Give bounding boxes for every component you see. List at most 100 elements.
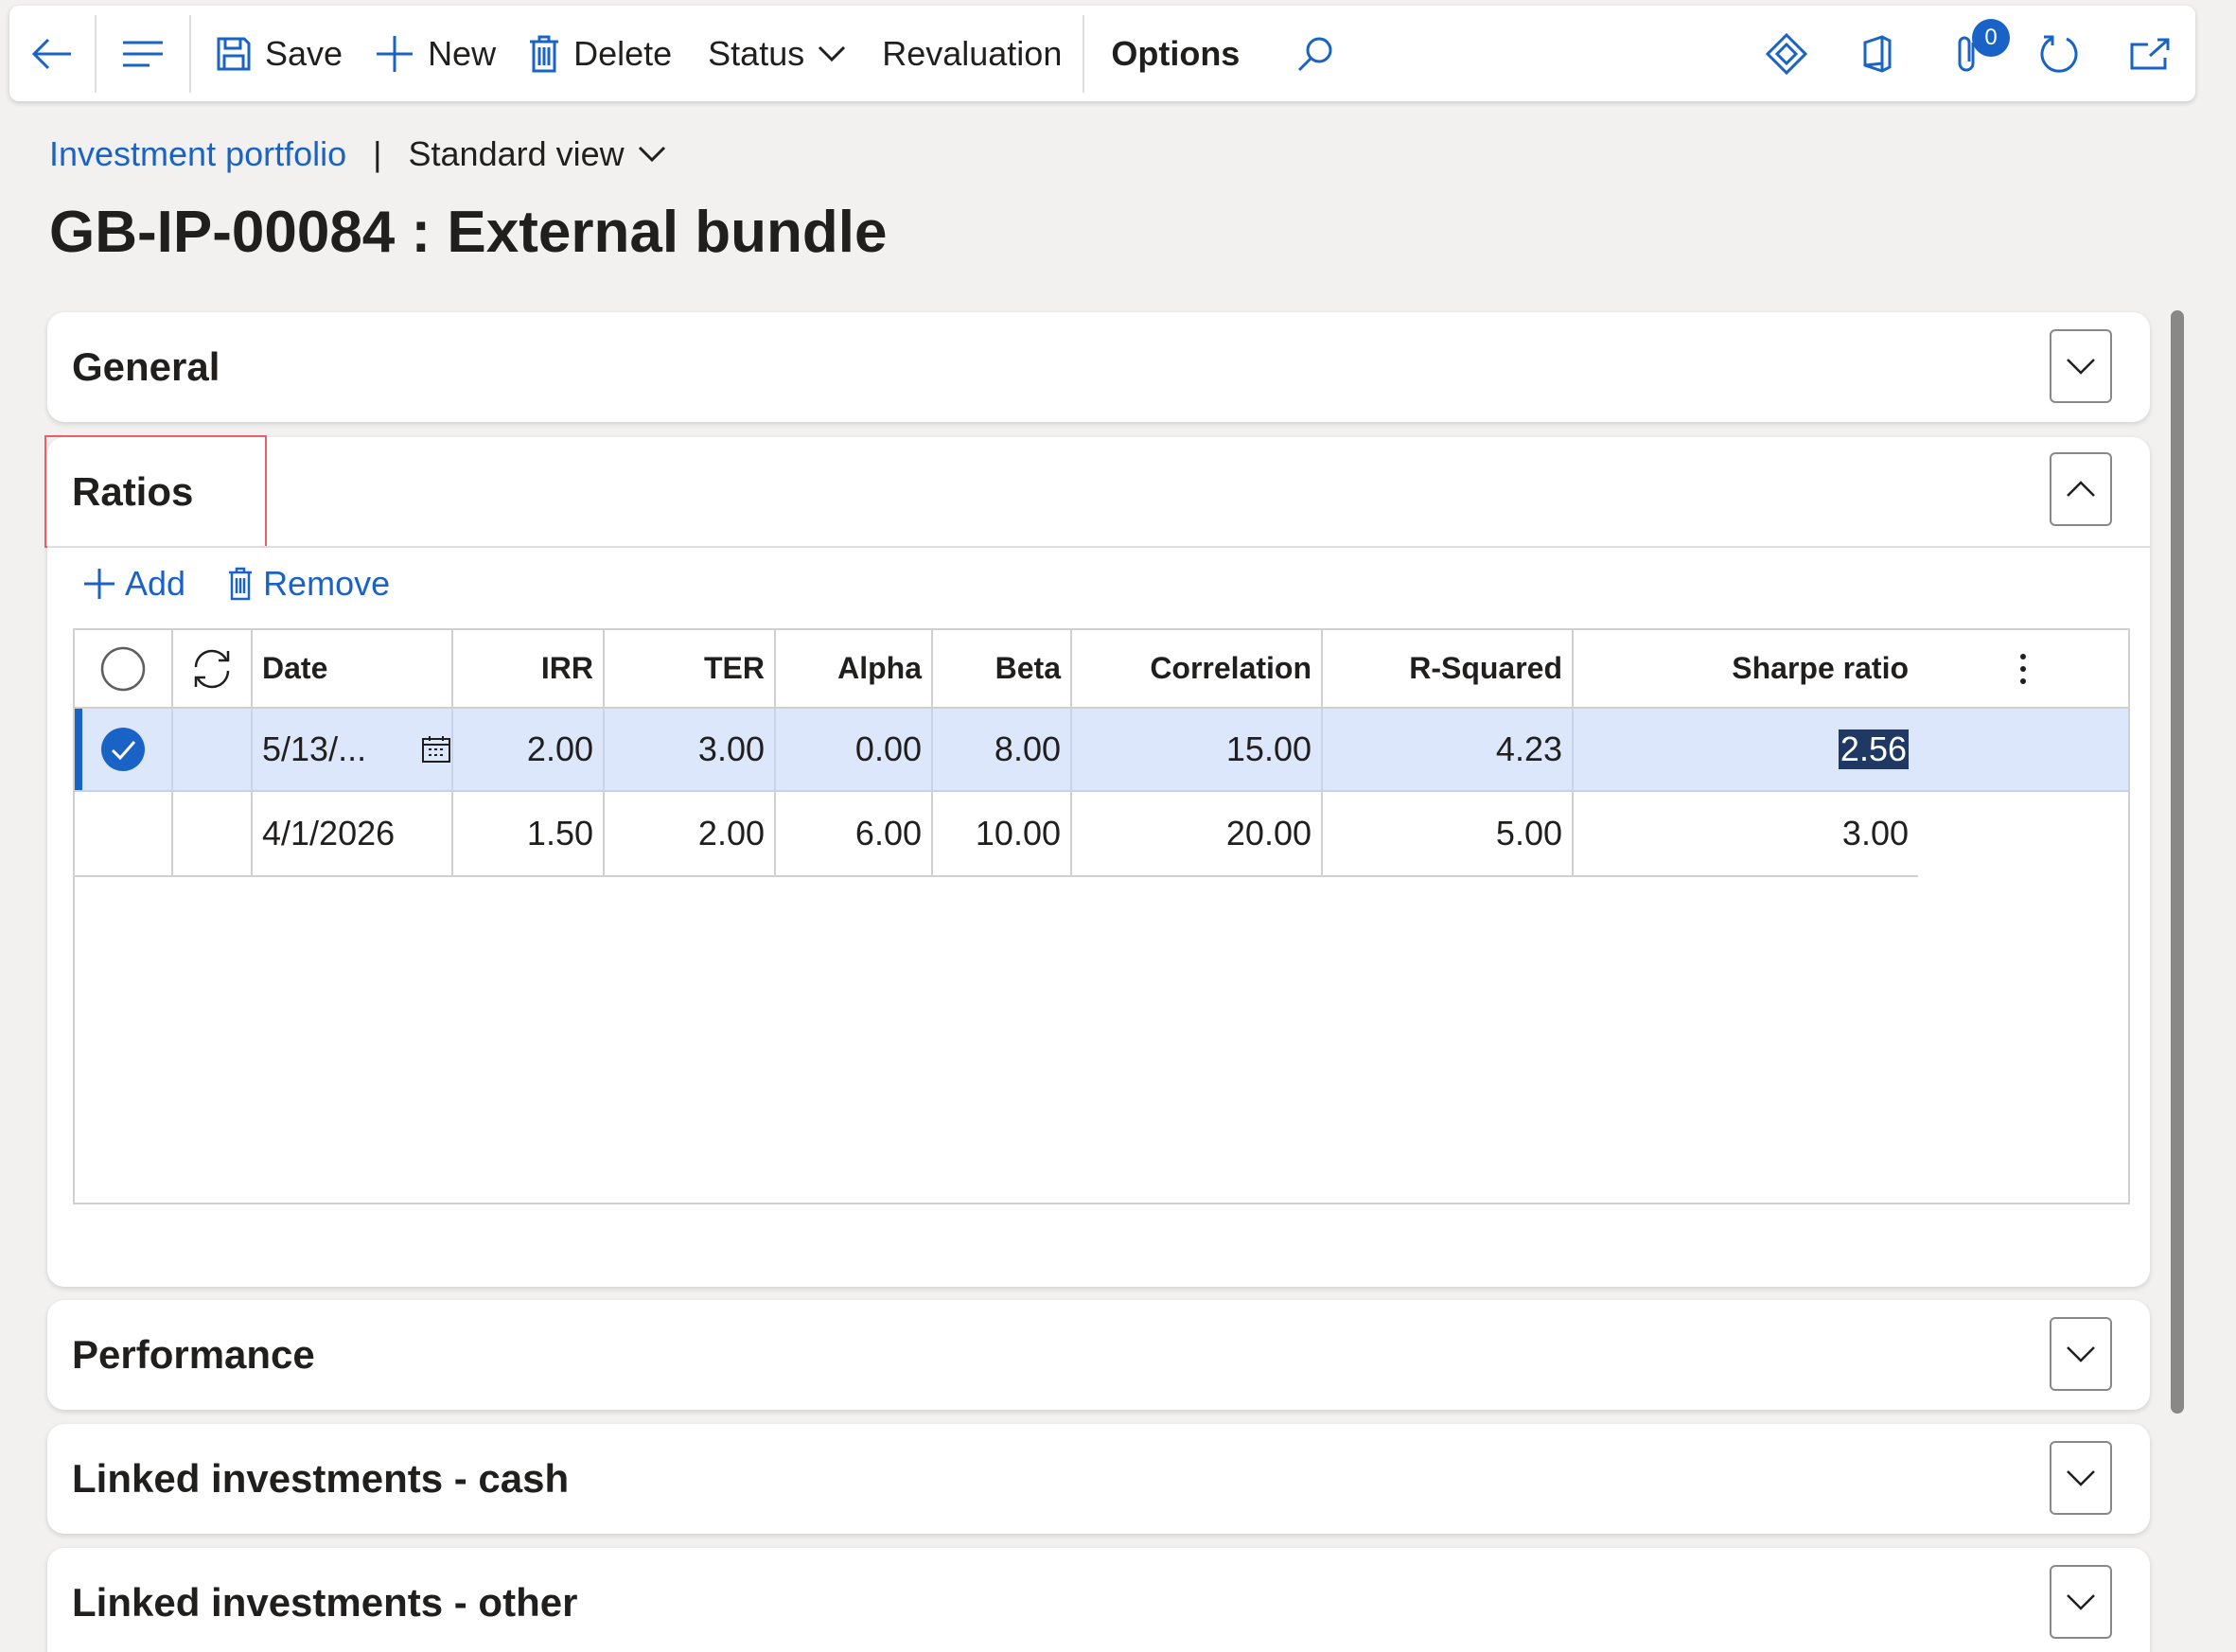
plus-icon	[84, 569, 114, 599]
status-menu-button[interactable]: Status	[708, 6, 882, 101]
column-header-sharpe-ratio[interactable]: Sharpe ratio	[1574, 630, 1918, 707]
refresh-icon	[2040, 35, 2078, 73]
sharpe-ratio-cell[interactable]: 3.00	[1574, 792, 1918, 875]
more-vertical-icon	[2020, 653, 2026, 684]
power-apps-button[interactable]	[1741, 6, 1832, 101]
general-fasttab: General	[47, 312, 2150, 422]
sync-icon	[194, 649, 230, 688]
table-row[interactable]: 5/13/... 2.00 3.00 0.00 8.00 15.00 4.23 …	[75, 709, 2128, 792]
ter-cell[interactable]: 3.00	[605, 709, 776, 790]
options-tab[interactable]: Options	[1084, 6, 1296, 101]
column-header-alpha[interactable]: Alpha	[776, 630, 933, 707]
linked-investments-other-expand-button[interactable]	[2050, 1565, 2112, 1639]
table-row[interactable]: 4/1/2026 1.50 2.00 6.00 10.00 20.00 5.00…	[75, 792, 2128, 877]
performance-fasttab: Performance	[47, 1300, 2150, 1410]
select-all-checkbox[interactable]	[75, 630, 173, 707]
column-options-button[interactable]	[1918, 630, 2128, 707]
general-expand-button[interactable]	[2050, 329, 2112, 403]
row-select-checkbox[interactable]	[75, 792, 173, 875]
column-header-beta[interactable]: Beta	[933, 630, 1072, 707]
linked-investments-cash-header[interactable]: Linked investments - cash	[72, 1456, 569, 1502]
chevron-down-icon	[2067, 359, 2095, 375]
options-label: Options	[1111, 33, 1241, 73]
row-cell-blank	[173, 709, 253, 790]
delete-button[interactable]: Delete	[528, 6, 708, 101]
ratios-header[interactable]: Ratios	[72, 469, 193, 515]
irr-cell[interactable]: 1.50	[453, 792, 605, 875]
hamburger-icon	[123, 41, 163, 66]
calendar-icon[interactable]	[421, 735, 451, 764]
save-button[interactable]: Save	[191, 6, 375, 101]
popout-icon	[2130, 38, 2170, 69]
irr-cell[interactable]: 2.00	[453, 709, 605, 790]
date-value: 4/1/2026	[262, 814, 396, 852]
office-icon	[1863, 34, 1892, 73]
search-button[interactable]	[1296, 6, 1334, 101]
new-button[interactable]: New	[375, 6, 528, 101]
row-filler	[1918, 709, 2128, 790]
scrollbar-thumb[interactable]	[2171, 310, 2184, 1414]
column-header-correlation[interactable]: Correlation	[1072, 630, 1323, 707]
column-header-ter[interactable]: TER	[605, 630, 776, 707]
date-cell[interactable]: 5/13/...	[253, 709, 453, 790]
action-pane: Save New Delete Status Revaluation Optio…	[9, 6, 2195, 101]
date-cell[interactable]: 4/1/2026	[253, 792, 453, 875]
add-button[interactable]: Add	[83, 564, 185, 604]
empty-circle-icon	[100, 646, 146, 691]
remove-button[interactable]: Remove	[227, 564, 390, 604]
search-icon	[1298, 37, 1332, 71]
chevron-down-icon	[2067, 1346, 2095, 1362]
beta-cell[interactable]: 10.00	[933, 792, 1072, 875]
trash-icon	[229, 567, 253, 601]
status-label: Status	[708, 33, 805, 73]
ratios-divider	[47, 546, 2150, 548]
beta-cell[interactable]: 8.00	[933, 709, 1072, 790]
performance-expand-button[interactable]	[2050, 1317, 2112, 1391]
column-header-r-squared[interactable]: R-Squared	[1323, 630, 1574, 707]
correlation-cell[interactable]: 20.00	[1072, 792, 1323, 875]
view-selector-label: Standard view	[408, 134, 625, 173]
grid-refresh-button[interactable]	[173, 630, 253, 707]
r-squared-cell[interactable]: 4.23	[1323, 709, 1574, 790]
back-button[interactable]	[9, 6, 95, 101]
chevron-down-icon	[638, 146, 665, 163]
breadcrumb-link[interactable]: Investment portfolio	[49, 134, 346, 174]
ratios-grid: Date IRR TER Alpha Beta Correlation R-Sq…	[73, 628, 2130, 1204]
page: Save New Delete Status Revaluation Optio…	[0, 0, 2236, 1652]
ter-cell[interactable]: 2.00	[605, 792, 776, 875]
linked-investments-other-fasttab: Linked investments - other	[47, 1548, 2150, 1652]
alpha-cell[interactable]: 6.00	[776, 792, 933, 875]
row-select-checkbox[interactable]	[75, 709, 173, 790]
linked-investments-other-header[interactable]: Linked investments - other	[72, 1580, 577, 1626]
revaluation-button[interactable]: Revaluation	[882, 6, 1083, 101]
office-button[interactable]	[1832, 6, 1923, 101]
new-label: New	[428, 33, 497, 73]
sharpe-ratio-cell[interactable]: 2.56	[1574, 709, 1918, 790]
attachments-button[interactable]: 0	[1923, 6, 2014, 101]
breadcrumb-separator: |	[373, 134, 382, 173]
refresh-button[interactable]	[2014, 6, 2104, 101]
remove-label: Remove	[263, 564, 391, 603]
ratios-grid-actions: Add Remove	[83, 564, 390, 604]
general-header[interactable]: General	[72, 344, 220, 390]
view-selector[interactable]: Standard view	[409, 134, 666, 174]
chevron-down-icon	[2067, 1594, 2095, 1610]
column-header-irr[interactable]: IRR	[453, 630, 605, 707]
toolbar-right-group: 0	[1741, 6, 2195, 101]
linked-investments-cash-expand-button[interactable]	[2050, 1441, 2112, 1515]
menu-button[interactable]	[97, 6, 189, 101]
sharpe-ratio-input[interactable]: 2.56	[1838, 729, 1909, 769]
ratios-collapse-button[interactable]	[2050, 452, 2112, 526]
delete-label: Delete	[573, 33, 673, 73]
plus-icon	[377, 35, 414, 72]
row-cell-blank	[173, 792, 253, 875]
chevron-down-icon	[2067, 1470, 2095, 1486]
column-header-date[interactable]: Date	[253, 630, 453, 707]
alpha-cell[interactable]: 0.00	[776, 709, 933, 790]
open-in-new-window-button[interactable]	[2104, 6, 2195, 101]
back-arrow-icon	[31, 38, 71, 69]
performance-header[interactable]: Performance	[72, 1332, 315, 1378]
r-squared-cell[interactable]: 5.00	[1323, 792, 1574, 875]
breadcrumb: Investment portfolio | Standard view	[49, 134, 666, 174]
correlation-cell[interactable]: 15.00	[1072, 709, 1323, 790]
